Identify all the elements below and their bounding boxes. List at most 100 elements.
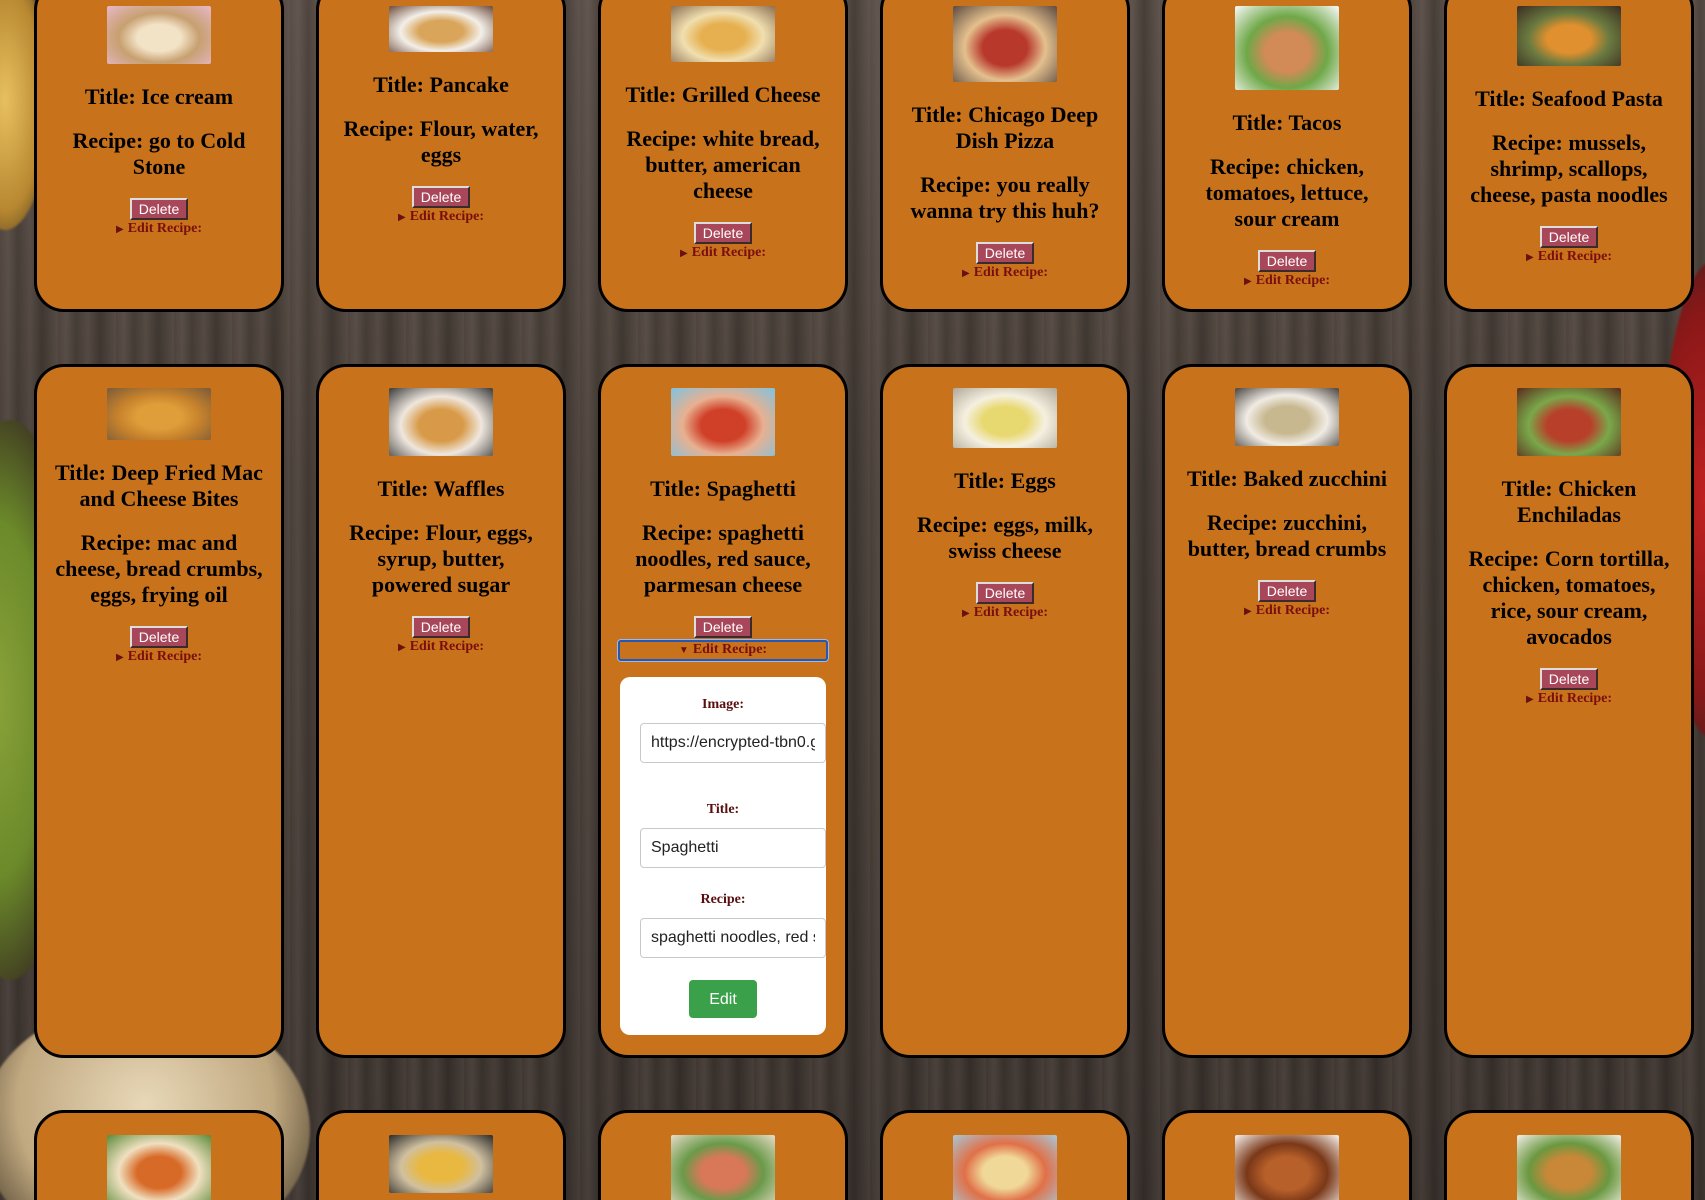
recipe-card: Title: Ice cream Recipe: go to Cold Stone…: [34, 0, 284, 312]
recipe-card: Title: Baked zucchini Recipe: zucchini, b…: [1162, 364, 1412, 1058]
recipe-card: Title: Chicken Enchiladas Recipe: Corn to…: [1444, 364, 1694, 1058]
triangle-right-icon: ▶: [1526, 694, 1534, 705]
edit-recipe-label: Edit Recipe:: [1255, 273, 1330, 288]
recipe-card: [316, 1110, 566, 1200]
delete-button[interactable]: Delete: [1539, 668, 1599, 690]
triangle-right-icon: ▶: [116, 652, 124, 663]
recipe-input[interactable]: [640, 918, 826, 958]
recipe-image: [1235, 1135, 1339, 1200]
recipe-title: Title: Deep Fried Mac and Cheese Bites: [55, 460, 263, 511]
delete-button[interactable]: Delete: [975, 242, 1035, 264]
edit-recipe-label: Edit Recipe:: [973, 605, 1048, 620]
recipe-ingredients: Recipe: you really wanna try this huh?: [910, 172, 1100, 223]
recipe-card: Title: Spaghetti Recipe: spaghetti noodle…: [598, 364, 848, 1058]
edit-recipe-label: Edit Recipe:: [409, 639, 484, 654]
recipe-card: [598, 1110, 848, 1200]
recipe-image: [1517, 6, 1621, 66]
recipe-title: Title: Spaghetti: [650, 476, 796, 501]
recipe-title: Title: Chicago Deep Dish Pizza: [911, 102, 1099, 153]
recipe-card: Title: Deep Fried Mac and Cheese Bites Re…: [34, 364, 284, 1058]
recipe-card: Title: Pancake Recipe: Flour, water, eggs…: [316, 0, 566, 312]
recipe-card: [1444, 1110, 1694, 1200]
edit-recipe-toggle[interactable]: ▶ Edit Recipe:: [1447, 249, 1691, 266]
delete-button[interactable]: Delete: [129, 626, 189, 648]
edit-recipe-toggle[interactable]: ▶ Edit Recipe:: [601, 245, 845, 262]
recipe-card: Title: Chicago Deep Dish Pizza Recipe: yo…: [880, 0, 1130, 312]
triangle-right-icon: ▶: [1244, 606, 1252, 617]
image-input[interactable]: [640, 723, 826, 763]
recipe-title: Title: Chicken Enchiladas: [1501, 476, 1637, 527]
edit-recipe-toggle[interactable]: ▶ Edit Recipe:: [883, 605, 1127, 622]
recipe-card: Title: Grilled Cheese Recipe: white bread…: [598, 0, 848, 312]
edit-recipe-label: Edit Recipe:: [1255, 603, 1330, 618]
edit-recipe-toggle[interactable]: ▶ Edit Recipe:: [37, 221, 281, 238]
triangle-right-icon: ▶: [1526, 252, 1534, 263]
recipe-title: Title: Ice cream: [84, 84, 234, 109]
recipe-card: Title: Waffles Recipe: Flour, eggs, syrup…: [316, 364, 566, 1058]
delete-button[interactable]: Delete: [693, 616, 753, 638]
edit-recipe-toggle[interactable]: ▶ Edit Recipe:: [883, 265, 1127, 282]
recipe-image: [107, 6, 211, 64]
delete-button[interactable]: Delete: [975, 582, 1035, 604]
edit-recipe-label: Edit Recipe:: [692, 642, 768, 657]
title-label: Title:: [706, 802, 740, 817]
delete-button[interactable]: Delete: [129, 198, 189, 220]
delete-button[interactable]: Delete: [693, 222, 753, 244]
edit-recipe-label: Edit Recipe:: [127, 221, 202, 236]
recipe-title: Title: Grilled Cheese: [625, 82, 821, 107]
recipe-image: [107, 1135, 211, 1200]
edit-recipe-toggle[interactable]: ▶ Edit Recipe:: [319, 209, 563, 226]
edit-recipe-label: Edit Recipe:: [1537, 249, 1612, 264]
delete-button[interactable]: Delete: [1257, 580, 1317, 602]
recipe-ingredients: Recipe: go to Cold Stone: [72, 128, 246, 179]
recipe-image: [389, 1135, 493, 1193]
triangle-right-icon: ▶: [116, 224, 124, 235]
edit-recipe-toggle[interactable]: ▶ Edit Recipe:: [37, 649, 281, 666]
edit-recipe-toggle[interactable]: ▶ Edit Recipe:: [1165, 603, 1409, 620]
recipe-image: [107, 388, 211, 440]
edit-recipe-toggle[interactable]: ▼ Edit Recipe:: [618, 640, 828, 661]
recipe-card: Title: Tacos Recipe: chicken, tomatoes, l…: [1162, 0, 1412, 312]
edit-recipe-toggle[interactable]: ▶ Edit Recipe:: [1447, 691, 1691, 708]
recipe-ingredients: Recipe: eggs, milk, swiss cheese: [917, 512, 1093, 563]
edit-submit-button[interactable]: Edit: [689, 980, 757, 1018]
recipe-title: Title: Eggs: [954, 468, 1056, 493]
delete-button[interactable]: Delete: [411, 616, 471, 638]
triangle-right-icon: ▶: [398, 642, 406, 653]
title-input[interactable]: [640, 828, 826, 868]
triangle-down-icon: ▼: [678, 645, 689, 656]
delete-button[interactable]: Delete: [1257, 250, 1317, 272]
recipe-ingredients: Recipe: white bread, butter, american ch…: [626, 126, 820, 203]
recipe-ingredients: Recipe: mussels, shrimp, scallops, chees…: [1470, 130, 1668, 207]
recipe-title: Title: Baked zucchini: [1186, 466, 1388, 491]
recipe-image: [671, 6, 775, 62]
delete-button[interactable]: Delete: [411, 186, 471, 208]
recipe-image: [389, 388, 493, 456]
edit-recipe-toggle[interactable]: ▶ Edit Recipe:: [319, 639, 563, 656]
recipe-card: Title: Eggs Recipe: eggs, milk, swiss che…: [880, 364, 1130, 1058]
recipe-ingredients: Recipe: zucchini, butter, bread crumbs: [1187, 510, 1387, 561]
recipe-image: [1517, 1135, 1621, 1200]
recipe-image: [389, 6, 493, 52]
edit-recipe-label: Edit Recipe:: [409, 209, 484, 224]
recipe-ingredients: Recipe: Flour, eggs, syrup, butter, powe…: [349, 520, 533, 597]
triangle-right-icon: ▶: [398, 212, 406, 223]
edit-recipe-form: Image: Title: Recipe: Edit: [620, 677, 826, 1035]
edit-recipe-label: Edit Recipe:: [691, 245, 766, 260]
recipe-title: Title: Waffles: [377, 476, 505, 501]
edit-recipe-label: Edit Recipe:: [973, 265, 1048, 280]
recipe-title: Title: Seafood Pasta: [1475, 86, 1663, 111]
recipe-ingredients: Recipe: Flour, water, eggs: [343, 116, 539, 167]
recipe-card: [1162, 1110, 1412, 1200]
recipe-card: Title: Seafood Pasta Recipe: mussels, shr…: [1444, 0, 1694, 312]
recipe-image: [671, 1135, 775, 1200]
delete-button[interactable]: Delete: [1539, 226, 1599, 248]
recipe-image: [1517, 388, 1621, 456]
edit-recipe-label: Edit Recipe:: [1537, 691, 1612, 706]
edit-recipe-toggle[interactable]: ▶ Edit Recipe:: [1165, 273, 1409, 290]
recipe-image: [671, 388, 775, 456]
recipe-image: [953, 6, 1057, 82]
triangle-right-icon: ▶: [962, 608, 970, 619]
recipe-card: [880, 1110, 1130, 1200]
recipe-ingredients: Recipe: mac and cheese, bread crumbs, eg…: [55, 530, 263, 607]
